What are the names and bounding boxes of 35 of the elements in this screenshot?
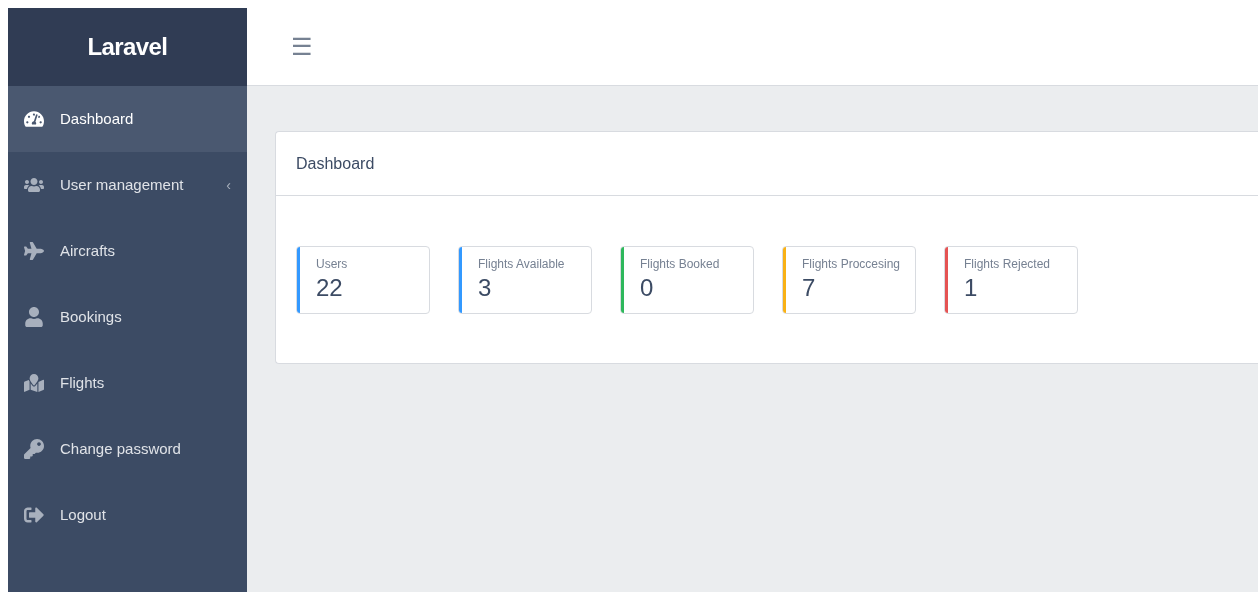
stat-label: Flights Available xyxy=(478,256,565,273)
logout-icon xyxy=(24,505,44,525)
sidebar-item[interactable]: Logout xyxy=(8,482,247,548)
stat-value: 1 xyxy=(964,273,979,303)
stat-label: Users xyxy=(316,256,348,273)
sidebar-item[interactable]: Flights xyxy=(8,350,247,416)
menu-toggle[interactable]: ☰ xyxy=(291,34,313,59)
map-icon xyxy=(24,373,44,393)
stat-value: 7 xyxy=(802,273,817,303)
users-icon xyxy=(24,175,44,195)
user-icon xyxy=(24,307,44,327)
gauge-icon xyxy=(24,109,44,129)
stat-label: Flights Proccesing xyxy=(802,256,901,273)
sidebar-item[interactable]: Bookings xyxy=(8,284,247,350)
stat-value: 22 xyxy=(316,273,344,303)
sidebar-label: Bookings xyxy=(60,306,123,327)
sidebar-item[interactable]: Change password xyxy=(8,416,247,482)
stat-label: Flights Booked xyxy=(640,256,720,273)
sidebar-label: Dashboard xyxy=(60,108,135,129)
card-title: Dashboard xyxy=(296,153,375,174)
stat-value: 0 xyxy=(640,273,655,303)
sidebar-label: Aircrafts xyxy=(60,240,116,261)
stat-label: Flights Rejected xyxy=(964,256,1051,273)
sidebar-item[interactable]: Aircrafts xyxy=(8,218,247,284)
chevron-icon: ‹ xyxy=(226,175,231,195)
plane-icon xyxy=(24,241,44,261)
sidebar-item[interactable]: Dashboard xyxy=(8,86,247,152)
sidebar-label: Logout xyxy=(60,504,107,525)
sidebar-label: Flights xyxy=(60,372,106,393)
sidebar-label: User management xyxy=(60,174,185,195)
stat-value: 3 xyxy=(478,273,493,303)
brand-title: Laravel xyxy=(87,32,168,62)
sidebar-item[interactable]: User management ‹ xyxy=(8,152,247,218)
sidebar-label: Change password xyxy=(60,438,182,459)
key-icon xyxy=(24,439,44,459)
